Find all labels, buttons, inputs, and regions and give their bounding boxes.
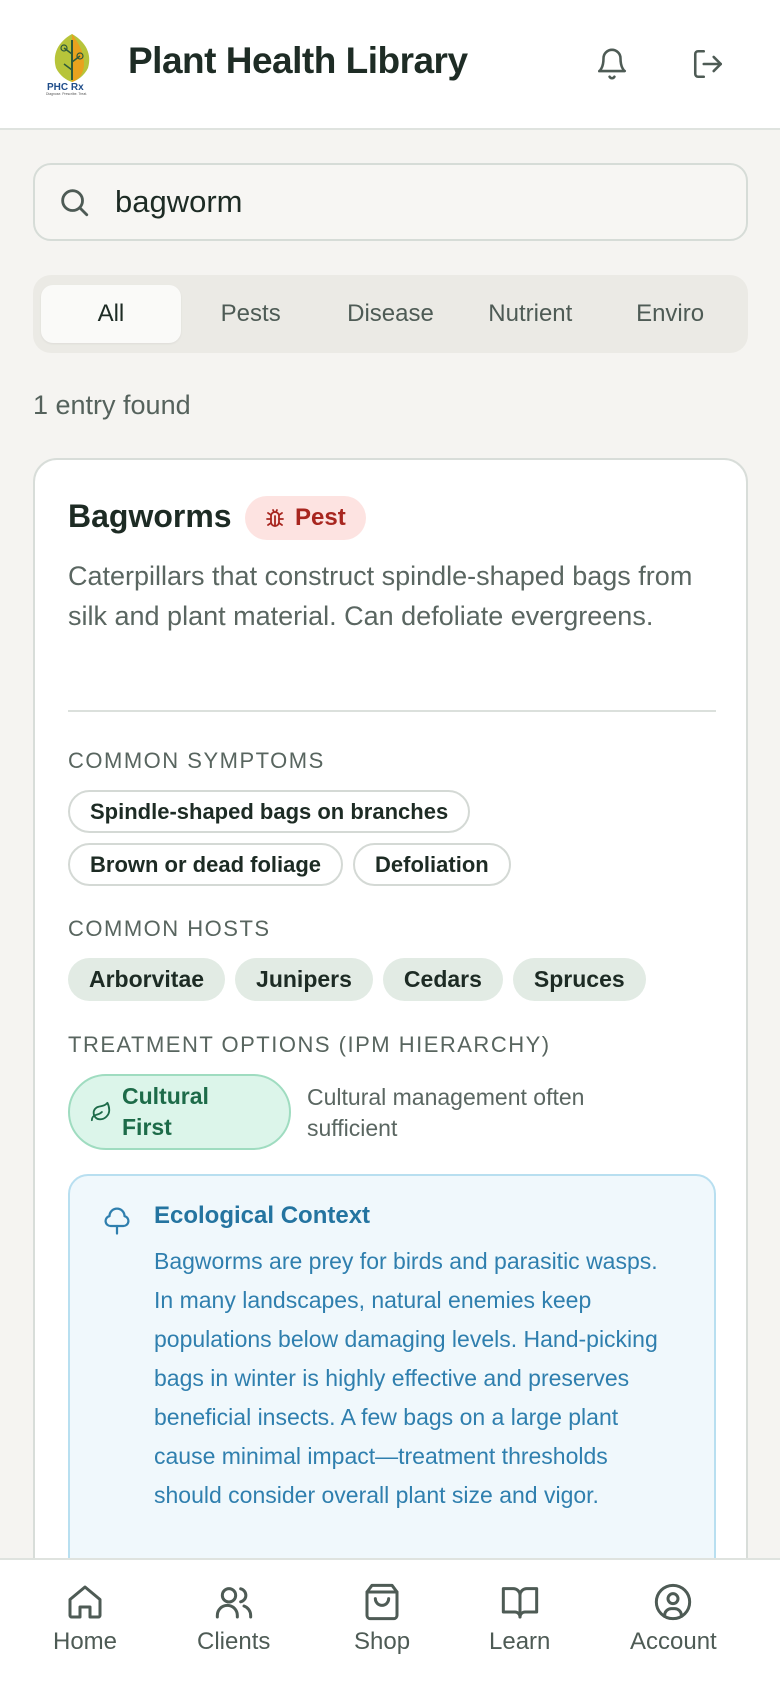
treatment-note: Cultural management often sufficient [307,1084,585,1141]
badge-label: Pest [295,504,346,531]
users-icon [215,1587,252,1619]
nav-account[interactable]: Account [630,1582,717,1656]
notifications-button[interactable] [588,40,636,88]
tab-enviro[interactable]: Enviro [600,285,740,343]
tab-disease[interactable]: Disease [321,285,461,343]
search-input[interactable] [115,179,715,225]
eco-text: Bagworms are prey for birds and parasiti… [154,1248,658,1508]
hosts-list: Arborvitae Junipers Cedars Spruces [68,958,728,1001]
home-icon [68,1585,102,1619]
symptom-chip: Spindle-shaped bags on branches [68,790,471,833]
bug-icon [266,509,284,527]
tab-pests[interactable]: Pests [181,285,321,343]
symptom-chip: Brown or dead foliage [68,843,344,886]
phc-rx-logo: PHC Rx Diagnose. Prescribe. Treat. [44,30,100,96]
divider [68,710,716,712]
bottom-nav: Home Clients Shop Learn Account [0,1558,780,1688]
nav-shop[interactable]: Shop [354,1582,410,1656]
pest-badge: Pest [245,496,366,540]
search-icon [57,185,91,224]
symptoms-heading: COMMON SYMPTOMS [68,748,325,773]
book-icon [501,1587,538,1619]
tab-all[interactable]: All [41,285,181,343]
hosts-heading: COMMON HOSTS [68,916,271,941]
host-chip: Junipers [235,958,373,1001]
nav-learn[interactable]: Learn [489,1582,550,1656]
tab-nutrient[interactable]: Nutrient [460,285,600,343]
entry-card[interactable]: Bagworms Pest Caterpillars that construc… [33,458,748,1688]
page-title: Plant Health Library [128,40,468,81]
cultural-label: Cultural First [122,1083,209,1140]
search-bar [33,163,748,241]
host-chip: Spruces [512,958,646,1001]
user-circle-icon [655,1583,692,1621]
nav-label: Home [53,1628,118,1655]
nav-label: Account [630,1628,717,1655]
nav-label: Clients [197,1628,271,1655]
results-count: 1 entry found [33,390,191,420]
tree-icon [102,1206,132,1241]
bell-icon [597,48,627,80]
svg-text:Diagnose. Prescribe. Treat.: Diagnose. Prescribe. Treat. [46,92,87,96]
symptom-chip: Defoliation [353,843,511,886]
shopping-bag-icon [365,1583,399,1621]
cultural-first-badge: Cultural First [68,1074,291,1150]
eco-title: Ecological Context [154,1202,371,1229]
host-chip: Cedars [382,958,503,1001]
ecological-context-box: Ecological Context Bagworms are prey for… [68,1174,716,1594]
entry-title: Bagworms [68,498,232,534]
leaf-icon [90,1101,111,1122]
logout-button[interactable] [684,40,732,88]
nav-label: Learn [489,1628,551,1655]
nav-home[interactable]: Home [53,1582,117,1656]
treatment-heading: TREATMENT OPTIONS (IPM HIERARCHY) [68,1032,551,1057]
nav-clients[interactable]: Clients [197,1582,270,1656]
app-header: PHC Rx Diagnose. Prescribe. Treat. Plant… [0,0,780,130]
symptoms-list: Spindle-shaped bags on branches Brown or… [68,790,728,886]
host-chip: Arborvitae [68,958,226,1001]
nav-label: Shop [354,1628,411,1655]
logout-icon [693,49,723,79]
category-tabs: All Pests Disease Nutrient Enviro [33,275,748,353]
entry-description: Caterpillars that construct spindle-shap… [68,561,693,631]
